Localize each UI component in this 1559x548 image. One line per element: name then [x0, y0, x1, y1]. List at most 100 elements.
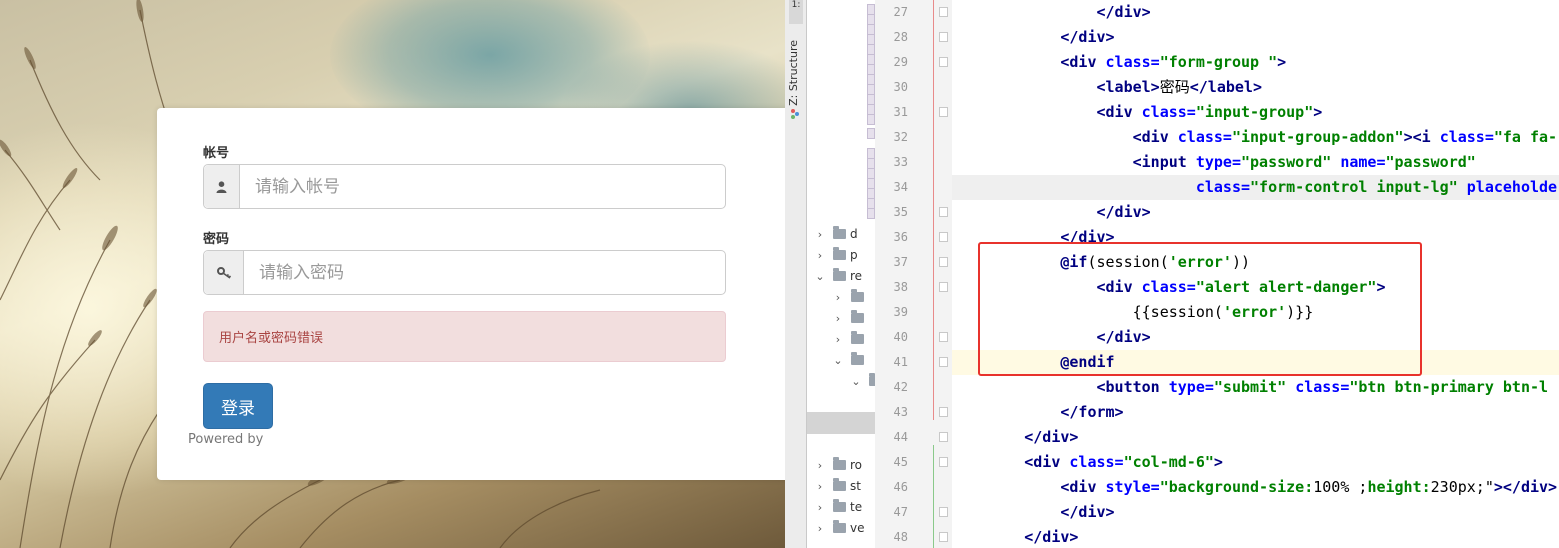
code-token: </div>	[952, 503, 1115, 521]
code-line[interactable]: </div>	[952, 425, 1559, 450]
expand-arrow-icon[interactable]: ⌄	[849, 375, 863, 388]
tree-item[interactable]: ⌄ re	[813, 266, 862, 286]
code-line[interactable]: @endif	[952, 350, 1559, 375]
fold-toggle[interactable]	[939, 357, 948, 367]
tree-item[interactable]: › ro	[813, 455, 862, 475]
line-number: 46	[893, 480, 908, 494]
code-line[interactable]: <label>密码</label>	[952, 75, 1559, 100]
folder-icon	[851, 331, 864, 344]
fold-toggle[interactable]	[939, 457, 948, 467]
change-marker-modified	[933, 0, 934, 420]
tree-item-label: ve	[850, 521, 865, 535]
folder-icon	[851, 289, 864, 302]
tree-item[interactable]: › te	[813, 497, 862, 517]
tree-item[interactable]: › p	[813, 245, 858, 265]
line-number: 44	[893, 430, 908, 444]
fold-toggle[interactable]	[939, 282, 948, 292]
expand-arrow-icon[interactable]: ›	[831, 291, 845, 304]
code-token: @endif	[952, 353, 1115, 371]
code-token: <div	[952, 453, 1070, 471]
code-token: name=	[1340, 153, 1386, 171]
project-tool-tab[interactable]: 1:	[789, 0, 803, 24]
line-number: 28	[893, 30, 908, 44]
code-line[interactable]: <div class="input-group">	[952, 100, 1559, 125]
fold-toggle[interactable]	[939, 232, 948, 242]
fold-toggle[interactable]	[939, 207, 948, 217]
expand-arrow-icon[interactable]: ›	[813, 522, 827, 535]
expand-arrow-icon[interactable]: ›	[813, 228, 827, 241]
code-token: </div>	[952, 228, 1115, 246]
code-line[interactable]: </div>	[952, 525, 1559, 548]
expand-arrow-icon[interactable]: ›	[831, 333, 845, 346]
fold-toggle[interactable]	[939, 257, 948, 267]
code-line[interactable]: </div>	[952, 0, 1559, 25]
code-line[interactable]: <div class="form-group ">	[952, 50, 1559, 75]
tree-item[interactable]: ›	[831, 329, 868, 349]
code-token: "col-md-6"	[1123, 453, 1214, 471]
code-token: )}}	[1286, 303, 1314, 321]
code-line[interactable]: <div class="alert alert-danger">	[952, 275, 1559, 300]
tree-item[interactable]: › st	[813, 476, 861, 496]
code-line[interactable]: @if(session('error'))	[952, 250, 1559, 275]
code-line[interactable]: <div class="input-group-addon"><i class=…	[952, 125, 1559, 150]
code-token: type=	[1168, 378, 1214, 396]
expand-arrow-icon[interactable]: ⌄	[831, 354, 845, 367]
code-token: </div>	[952, 328, 1151, 346]
code-line[interactable]: {{session('error')}}	[952, 300, 1559, 325]
expand-arrow-icon[interactable]: ›	[813, 459, 827, 472]
code-line[interactable]: </div>	[952, 25, 1559, 50]
username-input[interactable]	[239, 165, 725, 208]
password-label: 密码	[203, 232, 230, 247]
tree-item[interactable]: ›	[831, 308, 868, 328]
tree-item-label: p	[850, 248, 858, 262]
fold-toggle[interactable]	[939, 507, 948, 517]
tree-item[interactable]: › ve	[813, 518, 864, 538]
login-button[interactable]: 登录	[203, 383, 273, 429]
ide-window: 1: Z: Structure › d › p ⌄ re › › › ⌄ ⌄ › ro › st › te › ve…	[785, 0, 1559, 548]
fold-toggle[interactable]	[939, 407, 948, 417]
code-token: <label>	[952, 78, 1160, 96]
expand-arrow-icon[interactable]: ›	[813, 249, 827, 262]
line-number: 43	[893, 405, 908, 419]
login-card: 帐号 密码 用户名或密码错误 登录 Powered by	[157, 108, 785, 480]
code-line[interactable]: <button type="submit" class="btn btn-pri…	[952, 375, 1559, 400]
code-line[interactable]: class="form-control input-lg" placeholde	[952, 175, 1559, 200]
fold-toggle[interactable]	[939, 107, 948, 117]
code-editor[interactable]: </div> </div> <div class="form-group "> …	[952, 0, 1559, 548]
tree-item[interactable]: ›	[831, 287, 868, 307]
code-line[interactable]: </div>	[952, 225, 1559, 250]
code-line[interactable]: <input type="password" name="password"	[952, 150, 1559, 175]
code-line[interactable]: </div>	[952, 500, 1559, 525]
username-label: 帐号	[203, 146, 230, 161]
code-line[interactable]: <div style="background-size:100% ;height…	[952, 475, 1559, 500]
fold-toggle[interactable]	[939, 7, 948, 17]
fold-toggle[interactable]	[939, 332, 948, 342]
code-token: "background-size:	[1159, 478, 1314, 496]
fold-toggle[interactable]	[939, 32, 948, 42]
code-line[interactable]: <div class="col-md-6">	[952, 450, 1559, 475]
fold-toggle[interactable]	[939, 432, 948, 442]
password-input[interactable]	[243, 251, 725, 294]
tree-item-label: st	[850, 479, 861, 493]
code-token: >	[1376, 278, 1386, 296]
expand-arrow-icon[interactable]: ›	[813, 480, 827, 493]
tree-item-label: ro	[850, 458, 863, 472]
code-token: height:	[1367, 478, 1431, 496]
tree-item[interactable]: ⌄	[849, 371, 875, 391]
fold-toggle[interactable]	[939, 57, 948, 67]
fold-toggle[interactable]	[939, 532, 948, 542]
line-number: 39	[893, 305, 908, 319]
line-number: 36	[893, 230, 908, 244]
expand-arrow-icon[interactable]: ›	[831, 312, 845, 325]
code-line[interactable]: </div>	[952, 325, 1559, 350]
code-line[interactable]: </div>	[952, 200, 1559, 225]
tree-item[interactable]: › d	[813, 224, 858, 244]
tree-selection	[807, 412, 875, 434]
folder-icon	[851, 310, 864, 323]
code-line[interactable]: </form>	[952, 400, 1559, 425]
expand-arrow-icon[interactable]: ›	[813, 501, 827, 514]
tree-item[interactable]: ⌄	[831, 350, 868, 370]
code-token: >	[1213, 453, 1223, 471]
expand-arrow-icon[interactable]: ⌄	[813, 270, 827, 283]
